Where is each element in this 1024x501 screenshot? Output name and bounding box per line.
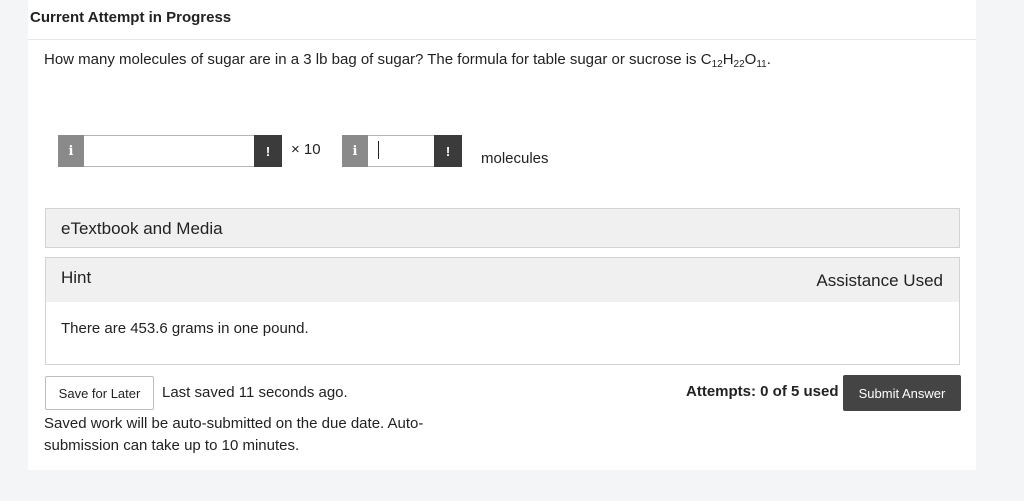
attempt-header: Current Attempt in Progress [28,0,976,40]
auto-submit-note: Saved work will be auto-submitted on the… [44,415,424,454]
formula: C12H22O11. [700,51,771,70]
hint-label: Hint [61,268,92,287]
attempts-counter: Attempts: 0 of 5 used [686,383,839,400]
mantissa-info-icon[interactable]: i [58,135,84,167]
etextbook-panel[interactable]: eTextbook and Media [45,208,960,248]
text-cursor [378,141,379,159]
unit-label: molecules [481,150,549,167]
assistance-used-label: Assistance Used [816,271,943,290]
exponent-warning-icon[interactable]: ! [434,135,462,167]
question-text: How many molecules of sugar are in a 3 l… [44,51,771,70]
assignment-card: Current Attempt in Progress How many mol… [28,0,976,470]
question-prefix: How many molecules of sugar are in a 3 l… [44,51,701,68]
last-saved-status: Last saved 11 seconds ago. [162,384,348,401]
save-for-later-button[interactable]: Save for Later [45,376,154,410]
etextbook-label: eTextbook and Media [61,219,223,238]
mantissa-warning-icon[interactable]: ! [254,135,282,167]
times-ten-label: × 10 [291,141,321,158]
mantissa-input[interactable] [84,135,254,167]
hint-panel[interactable]: Hint Assistance Used [45,257,960,303]
hint-content: There are 453.6 grams in one pound. [45,302,960,365]
exponent-info-icon[interactable]: i [342,135,368,167]
hint-text: There are 453.6 grams in one pound. [61,320,309,337]
submit-answer-button[interactable]: Submit Answer [843,375,961,411]
attempt-title: Current Attempt in Progress [30,9,232,26]
